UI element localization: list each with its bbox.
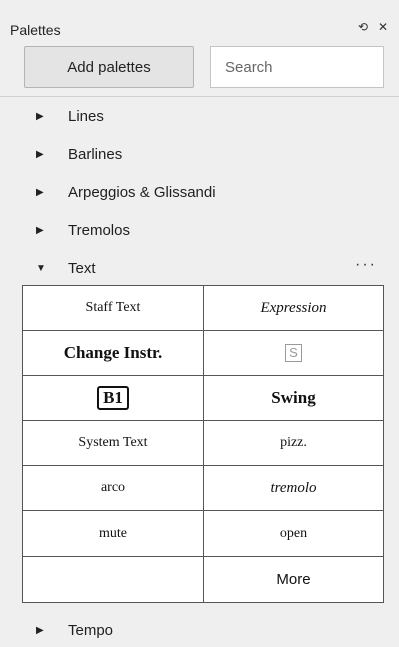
palette-cell-swing[interactable]: Swing [204, 376, 383, 422]
more-options-icon[interactable]: ··· [355, 256, 377, 274]
add-palettes-button[interactable]: Add palettes [24, 46, 194, 88]
more-button[interactable]: More [204, 557, 383, 602]
undock-icon[interactable]: ⟲ [357, 20, 369, 34]
collapse-arrow-icon[interactable]: ▼ [36, 263, 46, 274]
group-label: Lines [68, 107, 104, 125]
group-label: Barlines [68, 145, 123, 163]
expand-arrow-icon[interactable]: ▶ [36, 187, 44, 198]
group-label: Tempo [68, 621, 114, 639]
palette-cell-staff-text[interactable]: Staff Text [23, 286, 204, 332]
palette-cell-arco[interactable]: arco [23, 466, 204, 512]
text-palette-grid: Staff Text Expression Change Instr. S B1… [22, 285, 384, 603]
expand-arrow-icon[interactable]: ▶ [36, 111, 44, 122]
palette-cell-pizz[interactable]: pizz. [204, 421, 383, 467]
search-input[interactable] [210, 46, 384, 88]
rehearsal-mark-text: B1 [97, 386, 129, 411]
palette-cell-mute[interactable]: mute [23, 511, 204, 557]
expand-arrow-icon[interactable]: ▶ [36, 625, 44, 636]
group-barlines[interactable]: ▶ Barlines [0, 140, 399, 168]
expand-arrow-icon[interactable]: ▶ [36, 225, 44, 236]
palette-cell-sticking[interactable]: S [204, 331, 383, 377]
group-arpeggios-glissandi[interactable]: ▶ Arpeggios & Glissandi [0, 178, 399, 206]
group-text[interactable]: ▼ Text ··· [0, 254, 399, 282]
palette-cell-change-instr[interactable]: Change Instr. [23, 331, 204, 377]
close-icon[interactable]: ✕ [377, 20, 389, 34]
panel-header: Palettes ⟲ ✕ [0, 0, 399, 44]
palette-cell-empty [23, 556, 204, 602]
divider [0, 96, 399, 97]
header-icons: ⟲ ✕ [357, 20, 389, 34]
group-lines[interactable]: ▶ Lines [0, 102, 399, 130]
expand-arrow-icon[interactable]: ▶ [36, 149, 44, 160]
sticking-text: S [285, 344, 302, 363]
group-label: Tremolos [68, 221, 130, 239]
palette-cell-open[interactable]: open [204, 511, 383, 557]
group-tempo[interactable]: ▶ Tempo [0, 616, 399, 644]
palette-cell-system-text[interactable]: System Text [23, 421, 204, 467]
palette-cell-tremolo[interactable]: tremolo [204, 466, 383, 512]
group-label: Text [68, 259, 96, 277]
palette-cell-rehearsal-mark[interactable]: B1 [23, 376, 204, 422]
palette-cell-expression[interactable]: Expression [204, 286, 383, 332]
panel-title: Palettes [10, 22, 61, 38]
group-tremolos[interactable]: ▶ Tremolos [0, 216, 399, 244]
group-label: Arpeggios & Glissandi [68, 183, 216, 201]
palettes-panel: Palettes ⟲ ✕ Add palettes ▶ Lines ▶ Barl… [0, 0, 399, 647]
